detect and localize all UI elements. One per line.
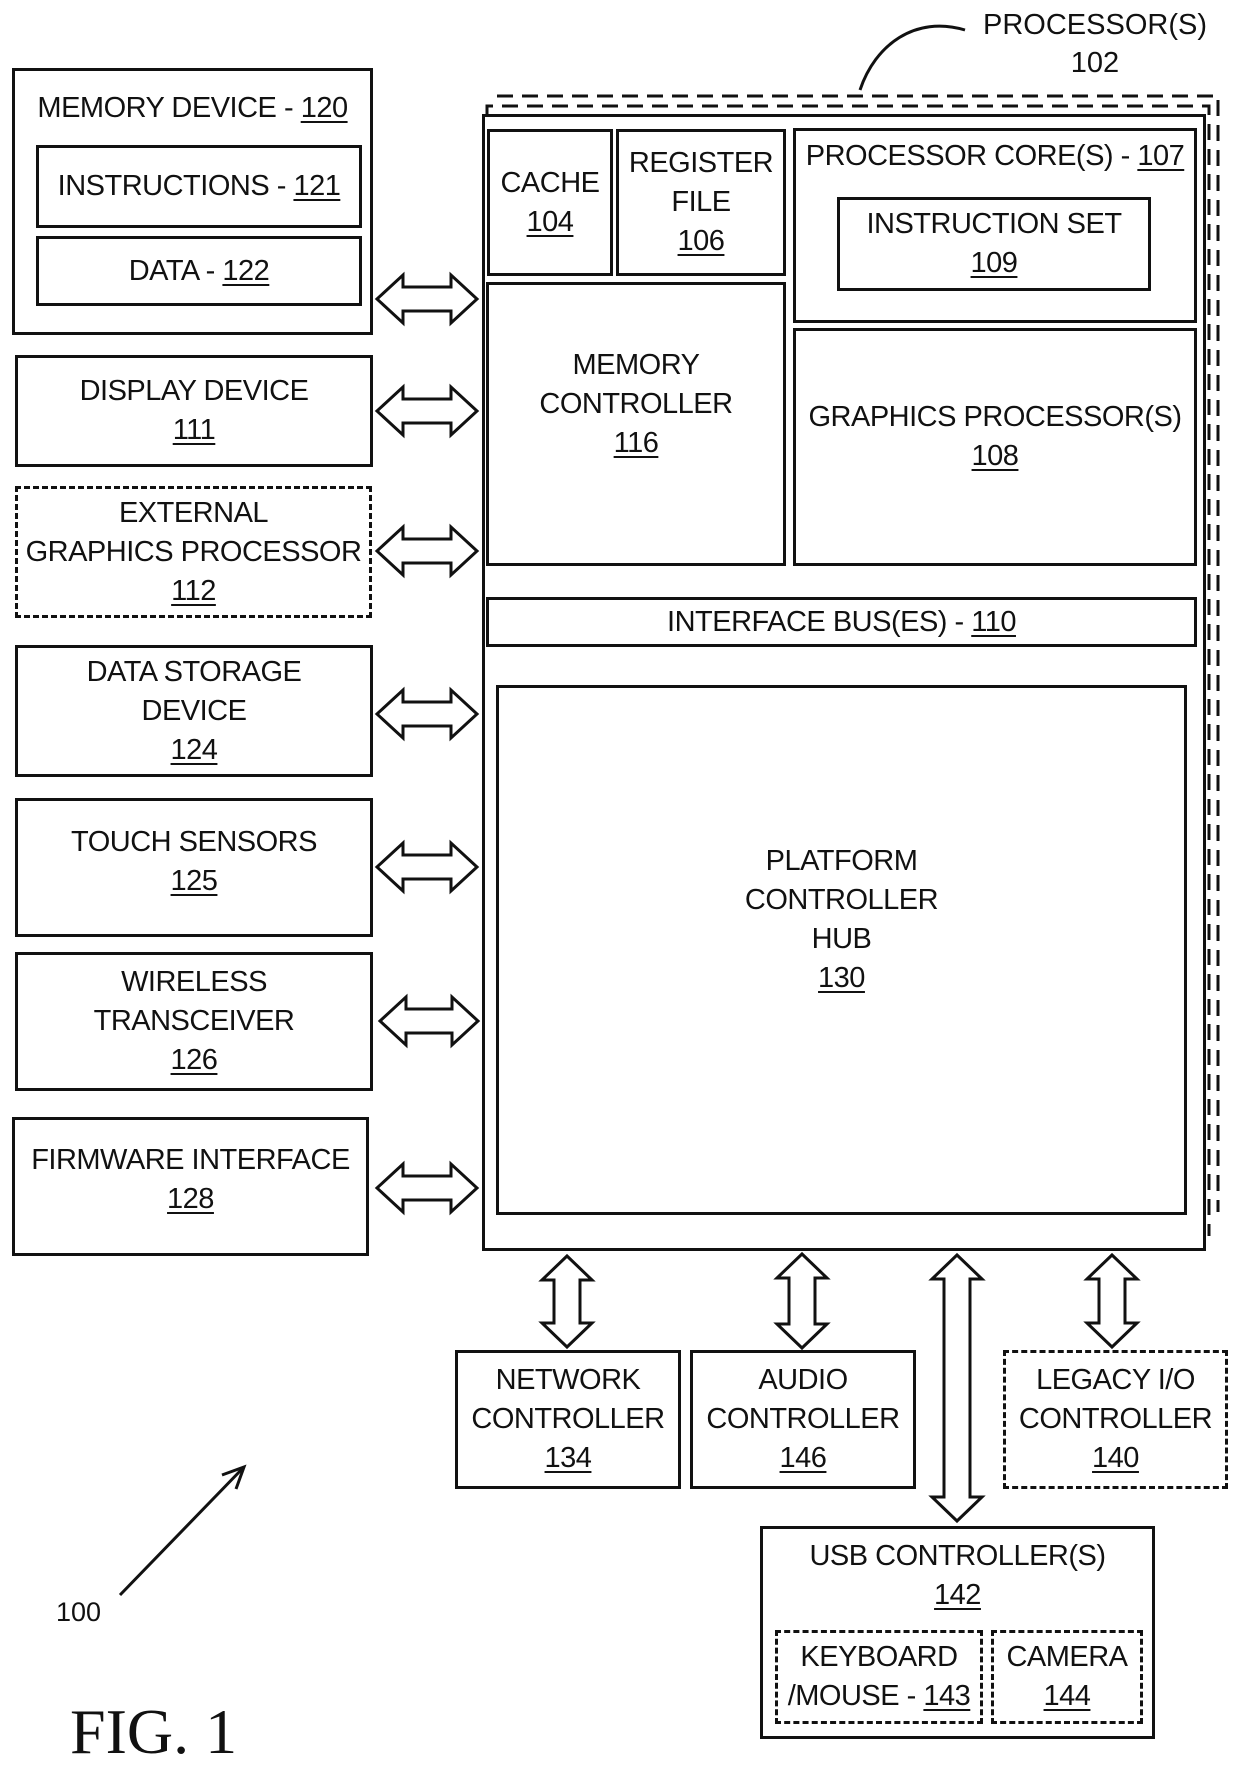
memory-bus-arrow (374, 271, 480, 327)
keyboard-mouse: KEYBOARD /MOUSE - 143 (775, 1630, 983, 1724)
data-storage-bus-arrow (374, 686, 480, 742)
wireless-transceiver: WIRELESS TRANSCEIVER 126 (15, 952, 373, 1091)
processor-leader-line (858, 24, 966, 91)
graphics-processor: GRAPHICS PROCESSOR(S) 108 (793, 328, 1197, 566)
external-graphics-bus-arrow (374, 523, 480, 579)
cache: CACHE 104 (487, 129, 613, 276)
network-controller: NETWORK CONTROLLER 134 (455, 1350, 681, 1489)
audio-bus-arrow (773, 1251, 831, 1351)
instruction-set: INSTRUCTION SET 109 (837, 197, 1151, 291)
data-storage-device: DATA STORAGE DEVICE 124 (15, 645, 373, 777)
interface-bus: INTERFACE BUS(ES) - 110 (486, 597, 1197, 647)
legacy-io-controller: LEGACY I/O CONTROLLER 140 (1003, 1350, 1228, 1489)
touch-sensors-bus-arrow (374, 839, 480, 895)
wireless-bus-arrow (377, 993, 481, 1049)
memory-instructions: INSTRUCTIONS - 121 (36, 145, 362, 228)
display-bus-arrow (374, 383, 480, 439)
firmware-interface: FIRMWARE INTERFACE 128 (12, 1117, 369, 1256)
usb-bus-arrow (928, 1252, 986, 1524)
register-file: REGISTER FILE 106 (616, 129, 786, 276)
camera: CAMERA 144 (991, 1630, 1143, 1724)
legacy-io-bus-arrow (1083, 1252, 1141, 1350)
memory-controller: MEMORY CONTROLLER 116 (486, 282, 786, 566)
figure-title: FIG. 1 (70, 1696, 238, 1767)
external-graphics-processor: EXTERNAL GRAPHICS PROCESSOR 112 (15, 486, 372, 618)
network-bus-arrow (538, 1253, 596, 1350)
processor-label: PROCESSOR(S) 102 (983, 9, 1207, 79)
memory-data: DATA - 122 (36, 236, 362, 306)
system-ref-label: 100 (56, 1597, 102, 1627)
display-device: DISPLAY DEVICE 111 (15, 355, 373, 467)
system-ref-arrow-line (118, 1466, 245, 1597)
touch-sensors: TOUCH SENSORS 125 (15, 798, 373, 937)
firmware-bus-arrow (374, 1160, 480, 1216)
platform-controller-hub: PLATFORM CONTROLLER HUB 130 (496, 685, 1187, 1215)
audio-controller: AUDIO CONTROLLER 146 (690, 1350, 916, 1489)
